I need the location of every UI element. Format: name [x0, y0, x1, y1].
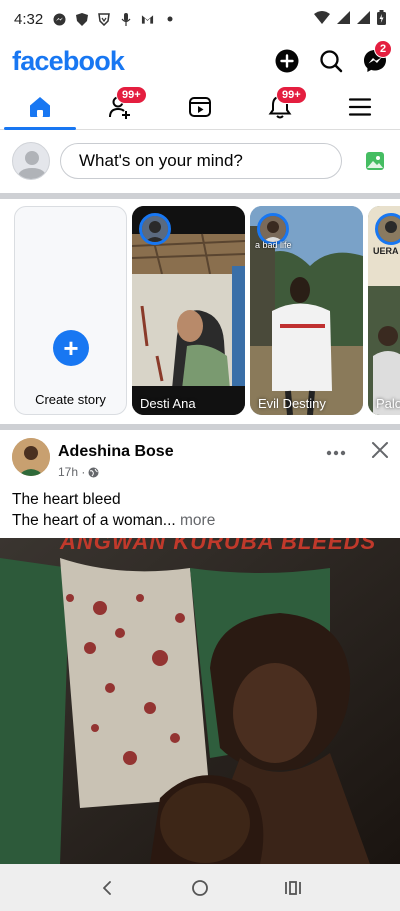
story-author-avatar	[375, 213, 400, 245]
story-author-name: Desti Ana	[140, 396, 196, 411]
gmail-icon	[141, 13, 154, 26]
post-author-name[interactable]: Adeshina Bose	[58, 443, 174, 461]
friends-badge: 99+	[116, 86, 147, 104]
messenger-badge: 2	[374, 40, 393, 58]
hamburger-icon	[348, 97, 372, 116]
header-actions: 2	[274, 40, 393, 74]
photo-button[interactable]	[362, 148, 388, 174]
post-photo	[0, 538, 400, 864]
story-caption: UERA I UBIERA	[373, 246, 400, 256]
tab-menu[interactable]	[320, 84, 400, 129]
shield-icon	[75, 12, 88, 26]
story-card[interactable]: Desti Ana	[132, 206, 245, 415]
post-composer: What's on your mind?	[0, 131, 400, 191]
hide-post-button[interactable]	[370, 440, 390, 460]
post-header: Adeshina Bose 17h ·	[0, 438, 400, 488]
search-icon	[320, 50, 343, 73]
signal-icon	[337, 10, 350, 28]
home-button[interactable]	[186, 874, 214, 902]
image-title: ANGWAN KURUBA BLEEDS	[60, 538, 377, 554]
post-author-avatar[interactable]	[12, 438, 50, 476]
tab-friends[interactable]: 99+	[80, 84, 160, 129]
system-nav-bar	[0, 864, 400, 911]
messenger-button[interactable]: 2	[362, 40, 393, 74]
recents-button[interactable]	[279, 874, 307, 902]
mic-icon	[119, 12, 132, 26]
story-author-name: Palo	[376, 396, 400, 411]
messenger-status-icon	[53, 13, 66, 26]
story-card[interactable]: a bad life Evil Destiny	[250, 206, 363, 415]
default-avatar-icon	[17, 151, 47, 179]
back-icon	[102, 880, 111, 895]
photo-icon	[366, 152, 384, 170]
composer-input[interactable]: What's on your mind?	[60, 143, 342, 179]
recents-icon	[285, 880, 302, 895]
notification-icons	[53, 12, 176, 26]
close-icon	[372, 442, 388, 458]
home-icon	[30, 96, 50, 117]
plus-icon	[275, 49, 299, 73]
see-more-link[interactable]: more	[180, 512, 215, 529]
add-story-icon: +	[53, 330, 89, 366]
tab-home[interactable]	[0, 84, 80, 130]
wifi-icon	[314, 10, 330, 28]
post-image[interactable]: ANGWAN KURUBA BLEEDS	[0, 538, 400, 864]
section-divider	[0, 424, 400, 430]
search-button[interactable]	[318, 48, 344, 74]
app-header: facebook 2	[0, 38, 400, 84]
tab-watch[interactable]	[160, 84, 240, 129]
post-text-line: The heart of a woman...	[12, 512, 176, 529]
create-story-card[interactable]: + Create story	[14, 206, 127, 415]
create-story-label: Create story	[35, 392, 106, 407]
story-author-avatar	[139, 213, 171, 245]
post-time-label: 17h ·	[58, 465, 86, 479]
system-icons	[314, 9, 386, 29]
composer-placeholder: What's on your mind?	[79, 151, 243, 170]
user-avatar[interactable]	[12, 142, 50, 180]
post-meta: Adeshina Bose 17h ·	[58, 438, 174, 488]
battery-icon	[377, 9, 386, 29]
post-text: The heart bleed The heart of a woman... …	[12, 489, 388, 531]
home-circle-icon	[192, 879, 208, 896]
watch-icon	[189, 96, 211, 117]
stories-tray: + Create story Desti Ana a bad life Evil…	[0, 202, 400, 422]
tab-notifications[interactable]: 99+	[240, 84, 320, 129]
status-time: 4:32	[14, 10, 44, 28]
story-card[interactable]: UERA I UBIERA Palo	[368, 206, 400, 415]
signal-icon	[357, 10, 370, 28]
notifications-badge: 99+	[276, 86, 307, 104]
post-timestamp[interactable]: 17h ·	[58, 465, 174, 479]
status-bar: 4:32	[0, 0, 400, 38]
back-button[interactable]	[93, 874, 121, 902]
more-options-button[interactable]	[326, 440, 346, 461]
section-divider	[0, 193, 400, 199]
facebook-logo[interactable]: facebook	[12, 46, 125, 77]
story-author-name: Evil Destiny	[258, 396, 326, 411]
dot-icon	[163, 13, 176, 26]
create-button[interactable]	[274, 48, 300, 74]
globe-icon	[88, 467, 99, 477]
brave-icon	[97, 12, 110, 26]
post-text-line: The heart bleed	[12, 491, 121, 508]
ellipsis-icon	[326, 450, 346, 456]
story-caption: a bad life	[255, 240, 292, 250]
tab-bar: 99+ 99+	[0, 84, 400, 130]
